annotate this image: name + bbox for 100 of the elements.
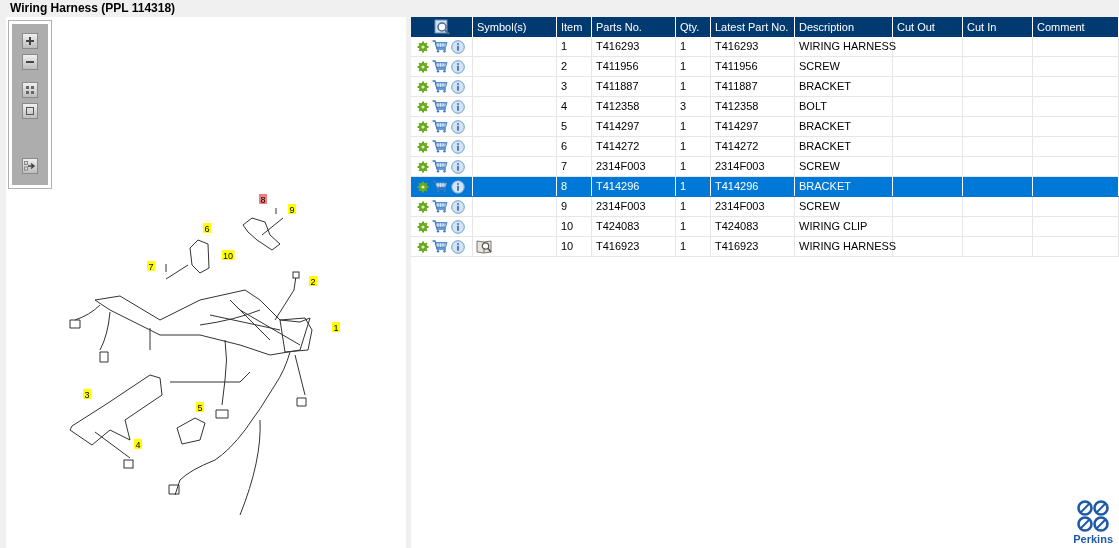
table-cell: T424083 [596,220,640,232]
table-cell: T414297 [596,120,640,132]
info-icon[interactable] [451,139,465,154]
table-cell: T411956 [596,60,639,72]
table-cell: 1 [680,240,687,252]
callout-label[interactable]: 5 [196,402,204,413]
cart-icon[interactable] [432,100,448,113]
cart-icon[interactable] [432,60,448,73]
table-cell: WIRING HARNESS [799,40,897,52]
table-cell: 5 [561,120,568,132]
table-cell: 8 [561,180,568,192]
bolt-drawing [123,459,134,469]
table-cell: 2314F003 [596,160,646,172]
table-cell: 1 [680,120,687,132]
window-title: Wiring Harness (PPL 114318) [9,0,177,17]
table-row[interactable]: 5 T414297 1 T414297 BRACKET [411,117,1119,137]
cart-icon[interactable] [432,160,448,173]
callout-label[interactable]: 2 [309,276,317,287]
table-cell: 2314F003 [715,160,765,172]
table-cell: SCREW [799,200,840,212]
table-cell: T414297 [715,120,759,132]
info-icon[interactable] [451,59,465,74]
table-cell: BRACKET [799,120,851,132]
table-row[interactable]: 10 T416923 1 T416923 WIRING HARNESS [411,237,1119,257]
fit-all-icon[interactable] [22,82,38,98]
cart-icon[interactable] [432,240,448,253]
zoom-out-icon[interactable] [22,54,38,70]
info-icon[interactable] [451,239,465,254]
table-row[interactable]: 6 T414272 1 T414272 BRACKET [411,137,1119,157]
table-row[interactable]: 2 T411956 1 T411956 SCREW [411,57,1119,77]
cart-icon[interactable] [432,180,448,193]
leader-line [165,264,189,280]
cart-icon[interactable] [432,80,448,93]
table-cell: BRACKET [799,80,851,92]
cart-icon[interactable] [432,140,448,153]
gear-icon[interactable] [417,120,429,133]
search-icon[interactable] [433,19,450,35]
cart-icon[interactable] [432,120,448,133]
info-icon[interactable] [451,119,465,134]
callout-label[interactable]: 6 [203,223,211,234]
table-cell: T416293 [596,40,640,52]
table-cell: 1 [680,80,687,92]
table-cell: 3 [680,100,687,112]
table-row[interactable]: 9 2314F003 1 2314F003 SCREW [411,197,1119,217]
table-cell: 1 [680,40,687,52]
gear-icon[interactable] [417,140,429,153]
table-cell: T414272 [715,140,759,152]
gear-icon[interactable] [417,180,429,193]
cart-icon[interactable] [432,200,448,213]
gear-icon[interactable] [417,160,429,173]
export-list-icon[interactable] [22,158,38,174]
bracket-drawing [189,239,210,274]
info-icon[interactable] [451,99,465,114]
table-cell: T416293 [715,40,759,52]
callout-label[interactable]: 7 [147,261,155,272]
callout-label[interactable]: 8 [259,194,267,205]
table-cell: T414296 [596,180,640,192]
table-cell: 1 [680,220,687,232]
table-row[interactable]: 1 T416293 1 T416293 WIRING HARNESS [411,37,1119,57]
table-cell: 10 [561,240,574,252]
gear-icon[interactable] [417,100,429,113]
gear-icon[interactable] [417,40,429,53]
info-icon[interactable] [451,39,465,54]
table-row[interactable]: 10 T424083 1 T424083 WIRING CLIP [411,217,1119,237]
gear-icon[interactable] [417,200,429,213]
callout-label[interactable]: 4 [134,439,142,450]
cart-icon[interactable] [432,40,448,53]
table-cell: 3 [561,80,568,92]
book-magnifier-icon[interactable] [476,239,493,254]
zoom-in-icon[interactable] [22,33,38,49]
gear-icon[interactable] [417,240,429,253]
table-cell: 1 [680,160,687,172]
table-cell: T424083 [715,220,759,232]
table-cell: 2 [561,60,568,72]
gear-icon[interactable] [417,60,429,73]
info-icon[interactable] [451,179,465,194]
callout-label[interactable]: 10 [221,250,235,261]
table-row[interactable]: 3 T411887 1 T411887 BRACKET [411,77,1119,97]
info-icon[interactable] [451,219,465,234]
table-cell: 1 [680,180,687,192]
table-row[interactable]: 8 T414296 1 T414296 BRACKET [411,177,1119,197]
gear-icon[interactable] [417,80,429,93]
logo-text: Perkins [1073,533,1113,545]
gear-icon[interactable] [417,220,429,233]
table-row[interactable]: 7 2314F003 1 2314F003 SCREW [411,157,1119,177]
callout-label[interactable]: 9 [288,204,296,215]
table-cell: 9 [561,200,568,212]
callout-label[interactable]: 1 [332,322,340,333]
callout-label[interactable]: 3 [83,389,91,400]
info-icon[interactable] [451,79,465,94]
info-icon[interactable] [451,159,465,174]
table-row[interactable]: 4 T412358 3 T412358 BOLT [411,97,1119,117]
table-cell: 4 [561,100,568,112]
info-icon[interactable] [451,199,465,214]
fit-window-icon[interactable] [22,103,38,119]
cart-icon[interactable] [432,220,448,233]
screw-drawing [292,271,300,279]
table-cell: WIRING HARNESS [799,240,897,252]
table-cell: 6 [561,140,568,152]
table-cell: BOLT [799,100,827,112]
